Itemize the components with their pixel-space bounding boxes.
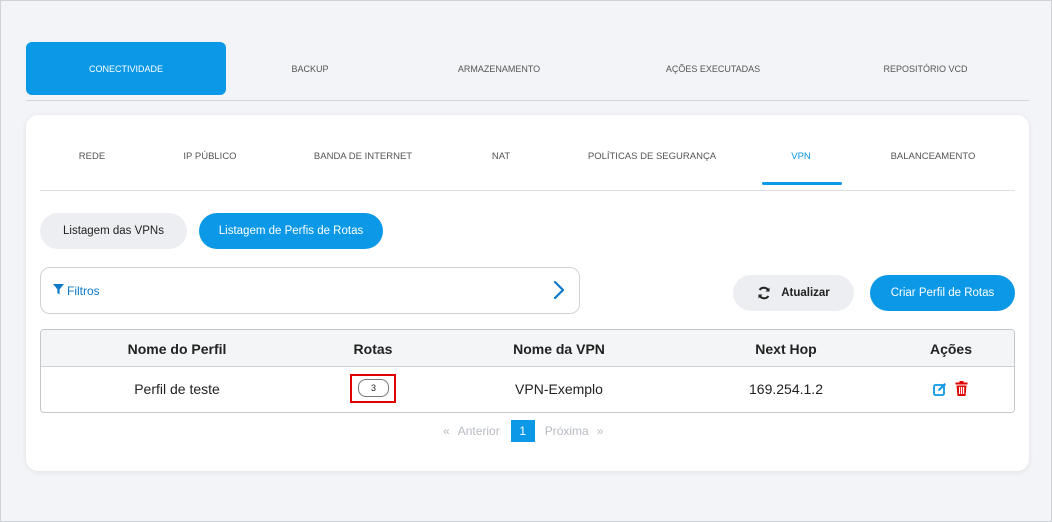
- tab-ip-publico[interactable]: IP PÚBLICO: [183, 151, 236, 162]
- filter-icon: [53, 282, 64, 300]
- pagination-next[interactable]: Próxima: [545, 424, 589, 438]
- prev-symbol: «: [443, 424, 450, 438]
- create-route-profile-button[interactable]: Criar Perfil de Rotas: [870, 275, 1015, 311]
- vpn-list-button[interactable]: Listagem das VPNs: [40, 213, 187, 249]
- edit-icon[interactable]: [933, 382, 947, 401]
- pagination: « Anterior 1 Próxima »: [443, 420, 603, 442]
- column-header-vpn: Nome da VPN: [513, 341, 605, 357]
- trash-icon[interactable]: [955, 381, 968, 401]
- tab-banda-de-internet[interactable]: BANDA DE INTERNET: [314, 151, 412, 162]
- refresh-button[interactable]: Atualizar: [733, 275, 854, 311]
- route-profiles-table: Nome do Perfil Rotas Nome da VPN Next Ho…: [40, 329, 1015, 413]
- column-header-next-hop: Next Hop: [755, 341, 817, 357]
- routes-highlight: 3: [350, 374, 396, 403]
- filters-toggle[interactable]: Filtros: [40, 267, 580, 314]
- sub-tabs: REDE IP PÚBLICO BANDA DE INTERNET NAT PO…: [40, 115, 1015, 191]
- column-header-profile: Nome do Perfil: [127, 341, 227, 357]
- tab-armazenamento[interactable]: ARMAZENAMENTO: [394, 42, 604, 95]
- cell-profile-name: Perfil de teste: [134, 381, 220, 397]
- tab-balanceamento[interactable]: BALANCEAMENTO: [891, 151, 976, 162]
- tab-repositorio-vcd[interactable]: REPOSITÓRIO VCD: [822, 42, 1029, 95]
- pagination-page-1[interactable]: 1: [510, 420, 535, 442]
- chevron-right-icon[interactable]: [553, 280, 565, 305]
- route-profiles-list-button[interactable]: Listagem de Perfis de Rotas: [199, 213, 383, 249]
- content-card: REDE IP PÚBLICO BANDA DE INTERNET NAT PO…: [26, 115, 1029, 471]
- tab-conectividade[interactable]: CONECTIVIDADE: [26, 42, 226, 95]
- tab-backup[interactable]: BACKUP: [226, 42, 394, 95]
- tab-nat[interactable]: NAT: [492, 151, 510, 162]
- table-row: Perfil de teste 3 VPN-Exemplo 169.254.1.…: [41, 367, 1014, 412]
- tab-rede[interactable]: REDE: [79, 151, 105, 162]
- table-header: Nome do Perfil Rotas Nome da VPN Next Ho…: [41, 330, 1014, 367]
- routes-count-badge[interactable]: 3: [358, 379, 389, 397]
- refresh-icon: [757, 286, 771, 300]
- top-tabs: CONECTIVIDADE BACKUP ARMAZENAMENTO AÇÕES…: [26, 42, 1029, 101]
- tab-politicas-de-seguranca[interactable]: POLÍTICAS DE SEGURANÇA: [588, 151, 716, 162]
- tab-vpn[interactable]: VPN: [791, 151, 811, 162]
- refresh-label: Atualizar: [781, 287, 830, 299]
- cell-next-hop: 169.254.1.2: [749, 381, 823, 397]
- pagination-previous[interactable]: Anterior: [458, 424, 500, 438]
- column-header-routes: Rotas: [353, 341, 393, 357]
- filters-label: Filtros: [67, 283, 100, 298]
- column-header-actions: Ações: [929, 341, 973, 357]
- cell-vpn-name: VPN-Exemplo: [515, 381, 603, 397]
- active-tab-indicator: [762, 182, 842, 185]
- tab-acoes-executadas[interactable]: AÇÕES EXECUTADAS: [604, 42, 822, 95]
- next-symbol: »: [596, 424, 604, 438]
